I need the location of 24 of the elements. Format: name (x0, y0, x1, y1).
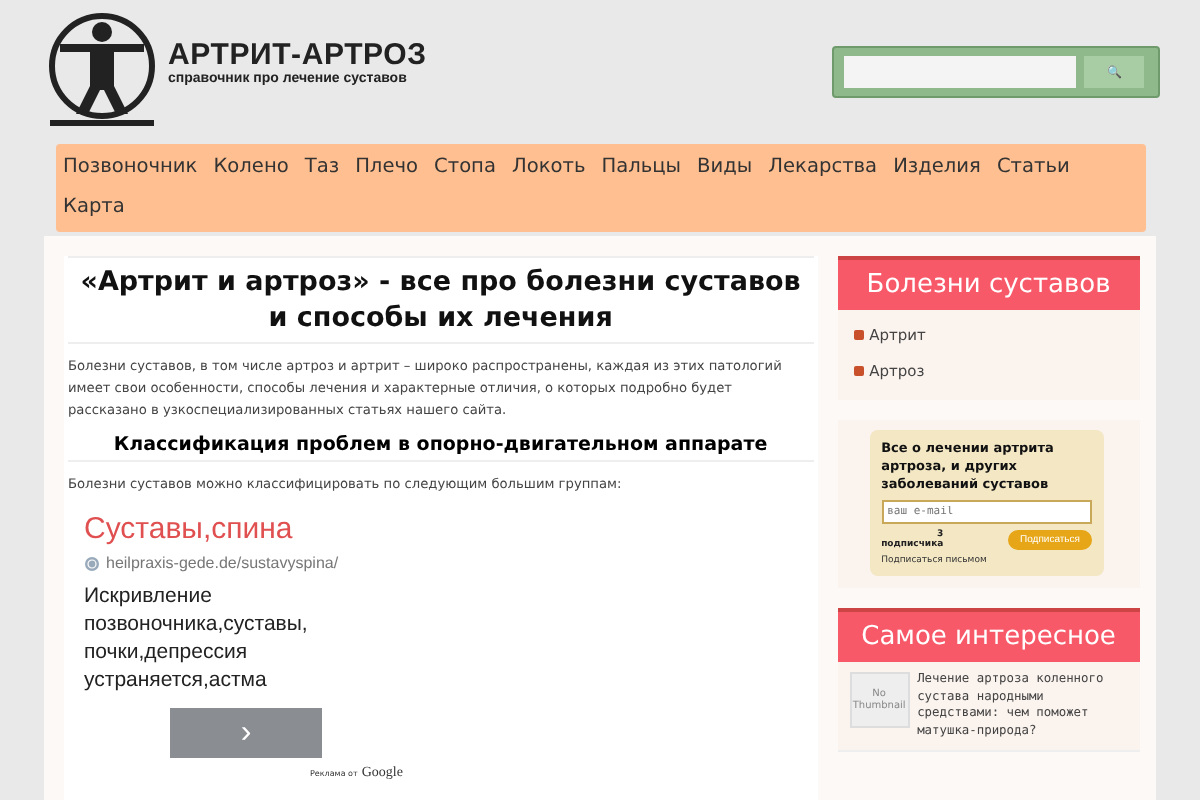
nav-link[interactable]: Изделия (893, 148, 981, 188)
site-title[interactable]: АРТРИТ-АРТРОЗ (168, 38, 427, 72)
ad-title[interactable]: Суставы,спина (84, 512, 814, 546)
bullet-icon (853, 366, 864, 376)
nav-link[interactable]: Пальцы (601, 148, 682, 188)
widget-title: Болезни суставов (837, 256, 1140, 310)
nav-link[interactable]: Локоть (511, 148, 586, 188)
ad-text: Искривление позвоночника,суставы, почки,депрессия устраняется,астма (84, 582, 310, 694)
nav-link[interactable]: Карта (63, 188, 125, 228)
nav-link[interactable]: Лекарства (768, 148, 878, 188)
nav-link[interactable]: Колено (213, 148, 289, 188)
widget-title: Самое интересное (837, 608, 1140, 662)
article-title: «Артрит и артроз» - все про болезни суставов и способы их лечения (68, 256, 814, 344)
bullet-icon (853, 330, 864, 340)
globe-icon (84, 555, 100, 571)
ad-url[interactable]: heilpraxis-gede.de/sustavyspina/ (106, 554, 339, 572)
search-field[interactable] (844, 56, 1076, 88)
section-heading: Классификация проблем в опорно-двигательном аппарате (68, 434, 814, 462)
nav-link[interactable]: Позвоночник (63, 148, 198, 188)
nav-link[interactable]: Статьи (996, 148, 1070, 188)
nav-link[interactable]: Виды (697, 148, 753, 188)
nav-link[interactable]: Стопа (434, 148, 496, 188)
nav-link[interactable]: Плечо (355, 148, 419, 188)
nav-link[interactable]: Таз (304, 148, 340, 188)
